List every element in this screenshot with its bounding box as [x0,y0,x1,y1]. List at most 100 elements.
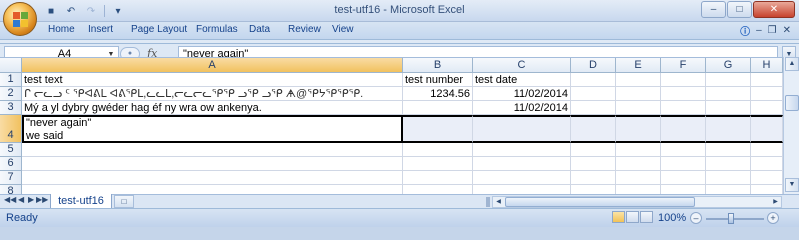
cell-e4[interactable] [616,115,661,143]
office-button[interactable] [3,2,37,36]
cell-f4[interactable] [661,115,706,143]
cell-b1[interactable]: test number [403,73,473,87]
cell-f5[interactable] [661,143,706,157]
cell-d3[interactable] [571,101,616,115]
minimize-button[interactable]: – [701,1,726,18]
cell-a5[interactable] [22,143,403,157]
cell-h6[interactable] [751,157,783,171]
row-header-8[interactable]: 8 [0,185,22,194]
row-header-2[interactable]: 2 [0,87,22,101]
column-header-e[interactable]: E [616,58,661,73]
tab-data[interactable]: Data [249,24,270,35]
restore-window-icon[interactable]: ❐ [768,25,777,36]
cell-g2[interactable] [706,87,751,101]
cell-g3[interactable] [706,101,751,115]
cell-g5[interactable] [706,143,751,157]
cell-h8[interactable] [751,185,783,194]
scroll-right-icon[interactable]: ▶ [770,197,781,207]
cell-g1[interactable] [706,73,751,87]
page-break-view-icon[interactable] [640,211,653,223]
cell-b5[interactable] [403,143,473,157]
cell-a7[interactable] [22,171,403,185]
cell-f2[interactable] [661,87,706,101]
page-layout-view-icon[interactable] [626,211,639,223]
maximize-button[interactable]: □ [727,1,752,18]
cell-f6[interactable] [661,157,706,171]
cell-a3[interactable]: Mý a yl dybry gwéder hag éf ny wra ow an… [22,101,403,115]
tab-page-layout[interactable]: Page Layout [131,24,187,35]
normal-view-icon[interactable] [612,211,625,223]
cell-c1[interactable]: test date [473,73,571,87]
cell-e3[interactable] [616,101,661,115]
scroll-up-icon[interactable]: ▲ [785,57,799,71]
cell-a2[interactable]: ᒋ ᓕᓚᓗ ᑦ ᕿᐊᕕᒪ ᐊᕕᕿᒪ,ᓚᓚᒪ,ᓕᓚᓕᓚᕿᕿ ᓗᕿ ᓗᕿ ᗗ@ᕿᔭᕿ… [22,87,403,101]
insert-sheet-icon[interactable]: □ [114,195,134,208]
cell-h2[interactable] [751,87,783,101]
row-header-6[interactable]: 6 [0,157,22,171]
cell-d5[interactable] [571,143,616,157]
cell-c3[interactable]: 11/02/2014 [473,101,571,115]
tab-formulas[interactable]: Formulas [196,24,238,35]
row-header-4[interactable]: 4 [0,115,22,143]
close-workbook-icon[interactable]: ✕ [783,25,791,36]
cell-d7[interactable] [571,171,616,185]
cell-c2[interactable]: 11/02/2014 [473,87,571,101]
zoom-slider-knob[interactable] [728,213,734,224]
cell-e7[interactable] [616,171,661,185]
first-sheet-icon[interactable]: ◀◀ [4,195,16,204]
row-header-1[interactable]: 1 [0,73,22,87]
next-sheet-icon[interactable]: ▶ [28,195,34,204]
cell-c4[interactable] [473,115,571,143]
close-button[interactable]: ✕ [753,1,795,18]
cell-f3[interactable] [661,101,706,115]
tab-view[interactable]: View [332,24,354,35]
minimize-window-icon[interactable]: – [756,25,762,36]
help-icon[interactable]: ⓘ [740,23,750,38]
cell-b4[interactable] [403,115,473,143]
cell-e6[interactable] [616,157,661,171]
cell-a6[interactable] [22,157,403,171]
cell-c8[interactable] [473,185,571,194]
cell-h3[interactable] [751,101,783,115]
cell-h7[interactable] [751,171,783,185]
cell-b8[interactable] [403,185,473,194]
column-header-b[interactable]: B [403,58,473,73]
cell-h5[interactable] [751,143,783,157]
horizontal-scrollbar[interactable]: ◀ ▶ [492,196,782,208]
cell-g6[interactable] [706,157,751,171]
cell-e5[interactable] [616,143,661,157]
column-header-g[interactable]: G [706,58,751,73]
zoom-in-icon[interactable]: + [767,212,779,224]
zoom-slider-track[interactable] [706,218,764,220]
cell-e8[interactable] [616,185,661,194]
row-header-7[interactable]: 7 [0,171,22,185]
tab-split-handle[interactable] [486,197,490,207]
cell-g7[interactable] [706,171,751,185]
tab-insert[interactable]: Insert [88,24,113,35]
cell-e1[interactable] [616,73,661,87]
column-header-h[interactable]: H [751,58,783,73]
column-header-c[interactable]: C [473,58,571,73]
column-header-a[interactable]: A [22,58,403,73]
vertical-scrollbar[interactable]: ▲ ▼ [783,57,799,194]
sheet-tab-active[interactable]: test-utf16 [50,194,112,209]
cell-e2[interactable] [616,87,661,101]
cell-d2[interactable] [571,87,616,101]
row-header-3[interactable]: 3 [0,101,22,115]
cell-g4[interactable] [706,115,751,143]
tab-home[interactable]: Home [48,24,75,35]
cell-b2[interactable]: 1234.56 [403,87,473,101]
cell-g8[interactable] [706,185,751,194]
column-header-f[interactable]: F [661,58,706,73]
tab-review[interactable]: Review [288,24,321,35]
cell-d8[interactable] [571,185,616,194]
column-header-d[interactable]: D [571,58,616,73]
cell-d4[interactable] [571,115,616,143]
last-sheet-icon[interactable]: ▶▶ [36,195,48,204]
cell-h1[interactable] [751,73,783,87]
cell-c6[interactable] [473,157,571,171]
row-header-5[interactable]: 5 [0,143,22,157]
cell-a8[interactable] [22,185,403,194]
previous-sheet-icon[interactable]: ◀ [18,195,24,204]
cell-c5[interactable] [473,143,571,157]
